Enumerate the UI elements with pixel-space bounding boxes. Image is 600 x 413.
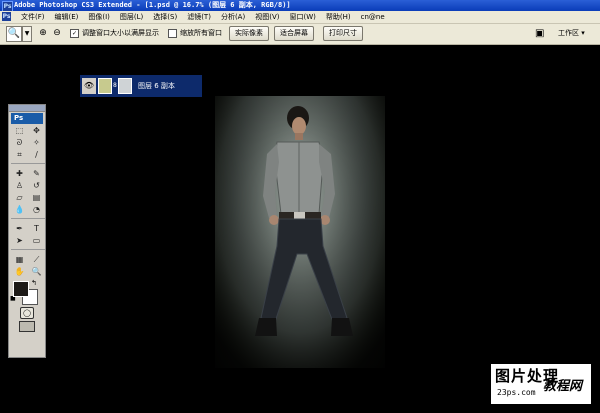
menu-item[interactable]: 图层(L) — [115, 11, 148, 23]
zoom-all-windows-checkbox[interactable]: 缩放所有窗口 — [168, 28, 222, 38]
menu-item[interactable]: 选择(S) — [148, 11, 182, 23]
resize-windows-label: 调整窗口大小以满屏显示 — [82, 29, 159, 37]
tool-grid: ⬚ ✥ ᘐ ✧ ⌗ ∕ ✚ ✎ ♙ ↺ ▱ ▤ 💧 ◔ ✒ T ➤ ▭ ▦ ⟋ ✋ 🔍 — [11, 125, 45, 277]
eyedropper-icon[interactable]: ⟋ — [28, 254, 45, 265]
lasso-icon[interactable]: ᘐ — [11, 137, 28, 148]
watermark-line3: 教程网 — [543, 379, 583, 394]
chevron-down-icon[interactable]: ▼ — [22, 26, 32, 42]
tools-panel: Ps ⬚ ✥ ᘐ ✧ ⌗ ∕ ✚ ✎ ♙ ↺ ▱ ▤ 💧 ◔ ✒ T ➤ ▭ ▦ ⟋ ✋ 🔍 ↰ ■ ◯ — [8, 104, 46, 358]
zoom-tool-icon[interactable]: 🔍 — [28, 266, 45, 277]
path-selection-icon[interactable]: ➤ — [11, 235, 28, 246]
type-icon[interactable]: T — [28, 223, 45, 234]
layer-mask-thumbnail[interactable] — [118, 78, 132, 94]
checkbox-unchecked-icon — [168, 28, 177, 38]
move-icon[interactable]: ✥ — [28, 125, 45, 136]
checkbox-checked-icon: ✓ — [70, 28, 79, 38]
swap-colors-icon[interactable]: ↰ — [31, 279, 37, 287]
brush-icon[interactable]: ✎ — [28, 168, 45, 179]
ps-logo: Ps — [11, 113, 43, 124]
healing-brush-icon[interactable]: ✚ — [11, 168, 28, 179]
quick-mask-icon[interactable]: ◯ — [20, 307, 34, 319]
watermark-logo: 图片处理 教程网 23ps.com — [491, 364, 591, 404]
watermark-line2: 23ps.com — [497, 388, 536, 397]
eye-icon[interactable]: 👁 — [82, 78, 96, 94]
gradient-icon[interactable]: ▤ — [28, 192, 45, 203]
menu-item[interactable]: 分析(A) — [216, 11, 250, 23]
menu-item[interactable]: 图像(I) — [83, 11, 115, 23]
layer-name: 图层 6 副本 — [138, 82, 175, 90]
window-title: Adobe Photoshop CS3 Extended - [1.psd @ … — [14, 1, 291, 9]
title-bar: Ps Adobe Photoshop CS3 Extended - [1.psd… — [0, 0, 600, 12]
quick-mask-area: ◯ — [9, 307, 45, 321]
screen-mode-area — [9, 321, 45, 335]
zoom-out-icon[interactable]: ⊖ — [51, 27, 63, 39]
options-bar: 🔍 ▼ ⊕ ⊖ ✓ 调整窗口大小以满屏显示 缩放所有窗口 实际像素 适合屏幕 打… — [0, 24, 600, 45]
pen-icon[interactable]: ✒ — [11, 223, 28, 234]
fit-screen-button[interactable]: 适合屏幕 — [274, 26, 314, 41]
notes-icon[interactable]: ▦ — [11, 254, 28, 265]
dodge-icon[interactable]: ◔ — [28, 204, 45, 215]
menu-item[interactable]: 视图(V) — [250, 11, 284, 23]
menu-item[interactable]: 编辑(E) — [50, 11, 84, 23]
layer-row[interactable]: 👁 8 图层 6 副本 — [80, 75, 202, 97]
eraser-icon[interactable]: ▱ — [11, 192, 28, 203]
document-icon[interactable]: Ps — [2, 12, 11, 21]
slice-icon[interactable]: ∕ — [28, 149, 45, 160]
actual-pixels-button[interactable]: 实际像素 — [229, 26, 269, 41]
resize-windows-checkbox[interactable]: ✓ 调整窗口大小以满屏显示 — [70, 28, 159, 38]
shape-icon[interactable]: ▭ — [28, 235, 45, 246]
zoom-in-icon[interactable]: ⊕ — [37, 27, 49, 39]
hand-icon[interactable]: ✋ — [11, 266, 28, 277]
link-icon: 8 — [113, 82, 117, 89]
menu-item[interactable]: 文件(F) — [16, 11, 50, 23]
menu-items: 文件(F) 编辑(E) 图像(I) 图层(L) 选择(S) 滤镜(T) 分析(A) 视图(V)… — [16, 11, 390, 23]
photo-figure — [215, 96, 385, 368]
layer-thumbnail — [98, 78, 112, 94]
menu-item[interactable]: cn@ne — [356, 11, 390, 23]
menu-item[interactable]: 滤镜(T) — [182, 11, 216, 23]
foreground-color-swatch[interactable] — [13, 281, 29, 297]
menu-item[interactable]: 窗口(W) — [284, 11, 320, 23]
crop-icon[interactable]: ⌗ — [11, 149, 28, 160]
toolbox-separator — [11, 249, 45, 253]
toolbox-separator — [11, 218, 45, 222]
zoom-all-windows-label: 缩放所有窗口 — [180, 29, 222, 37]
blur-icon[interactable]: 💧 — [11, 204, 28, 215]
zoom-icon: 🔍 — [7, 28, 21, 39]
toolbox-separator — [11, 163, 45, 167]
tools-panel-grip[interactable] — [9, 105, 45, 112]
print-size-button[interactable]: 打印尺寸 — [323, 26, 363, 41]
marquee-icon[interactable]: ⬚ — [11, 125, 28, 136]
magic-wand-icon[interactable]: ✧ — [28, 137, 45, 148]
color-swatches: ↰ ■ — [9, 279, 45, 305]
document-canvas[interactable] — [215, 96, 385, 368]
workspace-icon[interactable]: ▣ — [535, 27, 544, 40]
tool-preset-picker[interactable]: 🔍 — [6, 26, 22, 42]
clone-stamp-icon[interactable]: ♙ — [11, 180, 28, 191]
history-brush-icon[interactable]: ↺ — [28, 180, 45, 191]
screen-mode-icon[interactable] — [19, 321, 35, 332]
menu-item[interactable]: 帮助(H) — [321, 11, 356, 23]
workspace-menu[interactable]: 工作区 ▾ — [558, 26, 585, 40]
menu-bar: Ps 文件(F) 编辑(E) 图像(I) 图层(L) 选择(S) 滤镜(T) 分析(A) 视图… — [0, 11, 600, 24]
